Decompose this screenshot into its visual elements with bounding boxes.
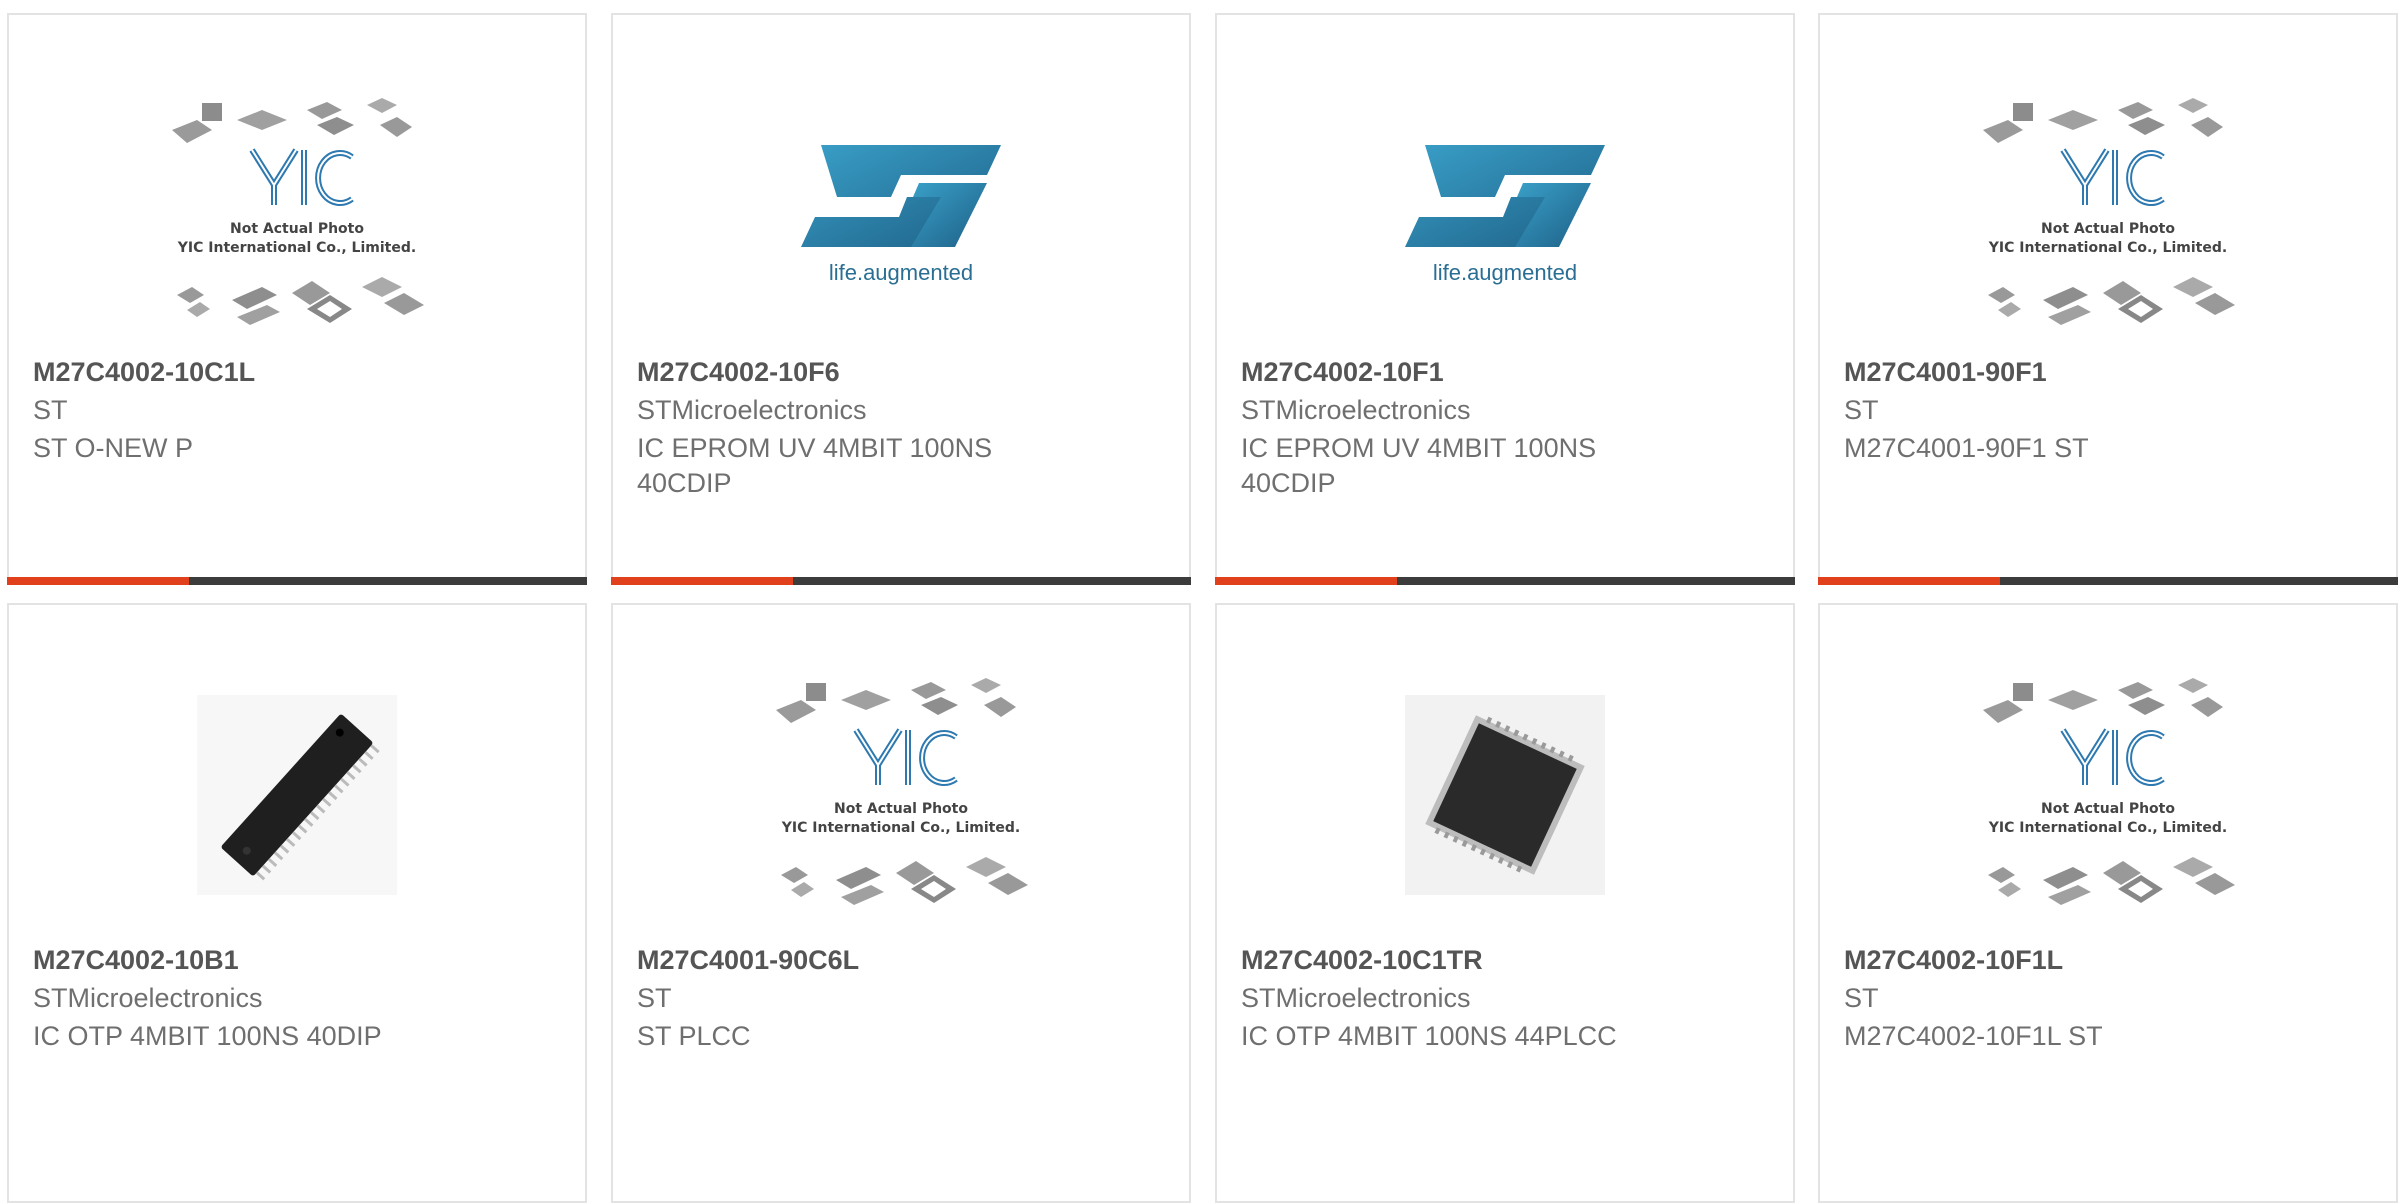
yic-placeholder-image: Not Actual Photo YIC International Co., … <box>1983 98 2235 325</box>
manufacturer-label: ST <box>1844 983 1879 1013</box>
part-number-link[interactable]: M27C4002-10F1 <box>1241 357 1444 388</box>
manufacturer-label: STMicroelectronics <box>33 983 263 1013</box>
manufacturer-label: STMicroelectronics <box>1241 395 1471 425</box>
product-image[interactable]: life.augmented <box>1365 95 1645 335</box>
svg-text:Not Actual Photo: Not Actual Photo <box>2041 221 2175 237</box>
manufacturer-label: ST <box>1844 395 1879 425</box>
product-description: ST PLCC <box>637 1021 751 1051</box>
yic-placeholder-image: Not Actual Photo YIC International Co., … <box>172 98 424 325</box>
product-image-placeholder[interactable]: Not Actual Photo YIC International Co., … <box>157 95 437 335</box>
product-card[interactable]: M27C4002-10B1 STMicroelectronics IC OTP … <box>7 603 587 1203</box>
part-number-link[interactable]: M27C4001-90C6L <box>637 945 859 976</box>
st-logo-icon: life.augmented <box>801 145 1001 285</box>
svg-text:YIC International Co., Limited: YIC International Co., Limited. <box>177 240 416 256</box>
svg-text:YIC International Co., Limited: YIC International Co., Limited. <box>1988 820 2227 836</box>
card-accent-bar <box>1215 577 1397 585</box>
product-card[interactable]: Not Actual Photo YIC International Co., … <box>1818 603 2398 1203</box>
product-card[interactable]: Not Actual Photo YIC International Co., … <box>7 13 587 585</box>
st-logo-icon: life.augmented <box>1405 145 1605 285</box>
card-accent-bar <box>7 577 189 585</box>
manufacturer-label: ST <box>637 983 672 1013</box>
product-image[interactable] <box>1365 675 1645 915</box>
product-card[interactable]: life.augmented M27C4002-10F1 STMicroelec… <box>1215 13 1795 585</box>
product-image-placeholder[interactable]: Not Actual Photo YIC International Co., … <box>761 675 1041 915</box>
product-image[interactable] <box>157 675 437 915</box>
svg-text:Not Actual Photo: Not Actual Photo <box>230 221 364 237</box>
card-bottom-bar <box>1818 577 2398 585</box>
svg-text:life.augmented: life.augmented <box>1433 260 1577 285</box>
product-description: IC EPROM UV 4MBIT 100NS 40CDIP <box>637 433 993 498</box>
card-bottom-bar <box>611 577 1191 585</box>
svg-text:life.augmented: life.augmented <box>829 260 973 285</box>
svg-text:YIC International Co., Limited: YIC International Co., Limited. <box>1988 240 2227 256</box>
product-image[interactable]: life.augmented <box>761 95 1041 335</box>
product-description: IC OTP 4MBIT 100NS 40DIP <box>33 1021 382 1051</box>
product-image-placeholder[interactable]: Not Actual Photo YIC International Co., … <box>1968 95 2248 335</box>
manufacturer-label: ST <box>33 395 68 425</box>
product-description: IC OTP 4MBIT 100NS 44PLCC <box>1241 1021 1617 1051</box>
card-accent-bar <box>611 577 793 585</box>
manufacturer-label: STMicroelectronics <box>637 395 867 425</box>
product-description: M27C4001-90F1 ST <box>1844 433 2089 463</box>
yic-placeholder-image: Not Actual Photo YIC International Co., … <box>1983 678 2235 905</box>
part-number-link[interactable]: M27C4002-10C1TR <box>1241 945 1483 976</box>
product-image-placeholder[interactable]: Not Actual Photo YIC International Co., … <box>1968 675 2248 915</box>
card-bottom-bar <box>7 577 587 585</box>
svg-text:YIC International Co., Limited: YIC International Co., Limited. <box>781 820 1020 836</box>
part-number-link[interactable]: M27C4001-90F1 <box>1844 357 2047 388</box>
part-number-link[interactable]: M27C4002-10C1L <box>33 357 255 388</box>
product-description: M27C4002-10F1L ST <box>1844 1021 2103 1051</box>
plcc-chip-photo <box>1405 695 1605 895</box>
part-number-link[interactable]: M27C4002-10F1L <box>1844 945 2063 976</box>
product-card[interactable]: life.augmented M27C4002-10F6 STMicroelec… <box>611 13 1191 585</box>
card-accent-bar <box>1818 577 2000 585</box>
manufacturer-label: STMicroelectronics <box>1241 983 1471 1013</box>
dip-chip-photo <box>197 695 397 895</box>
product-grid: Not Actual Photo YIC International Co., … <box>0 0 2400 1203</box>
yic-placeholder-image: Not Actual Photo YIC International Co., … <box>776 678 1028 905</box>
card-bottom-bar <box>1215 577 1795 585</box>
svg-text:Not Actual Photo: Not Actual Photo <box>2041 801 2175 817</box>
svg-text:Not Actual Photo: Not Actual Photo <box>834 801 968 817</box>
product-description: IC EPROM UV 4MBIT 100NS 40CDIP <box>1241 433 1597 498</box>
part-number-link[interactable]: M27C4002-10B1 <box>33 945 239 976</box>
product-card[interactable]: Not Actual Photo YIC International Co., … <box>611 603 1191 1203</box>
part-number-link[interactable]: M27C4002-10F6 <box>637 357 840 388</box>
product-card[interactable]: M27C4002-10C1TR STMicroelectronics IC OT… <box>1215 603 1795 1203</box>
product-card[interactable]: Not Actual Photo YIC International Co., … <box>1818 13 2398 585</box>
product-description: ST O-NEW P <box>33 433 194 463</box>
